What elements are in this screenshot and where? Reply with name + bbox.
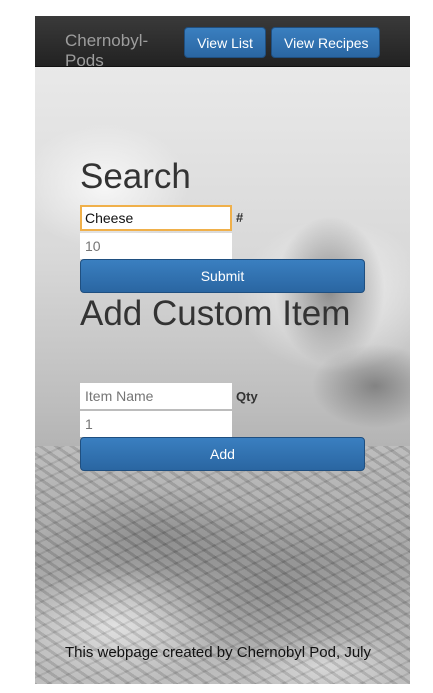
view-list-button[interactable]: View List <box>184 27 266 58</box>
brand-link[interactable]: Chernobyl-Pods <box>65 31 175 71</box>
view-recipes-button[interactable]: View Recipes <box>271 27 380 58</box>
footer-text: This webpage created by Chernobyl Pod, J… <box>65 644 372 661</box>
search-query-input[interactable] <box>80 205 232 231</box>
count-label: # <box>236 210 244 225</box>
count-input[interactable] <box>80 233 232 259</box>
search-heading: Search <box>80 157 191 196</box>
add-button[interactable]: Add <box>80 437 365 471</box>
submit-button[interactable]: Submit <box>80 259 365 293</box>
navbar: Chernobyl-Pods View List View Recipes <box>35 16 410 70</box>
qty-label: Qty <box>236 389 258 404</box>
qty-input[interactable] <box>80 411 232 437</box>
page-frame: Chernobyl-Pods View List View Recipes Se… <box>35 16 410 684</box>
add-custom-item-heading: Add Custom Item <box>80 294 351 333</box>
item-name-input[interactable] <box>80 383 232 409</box>
